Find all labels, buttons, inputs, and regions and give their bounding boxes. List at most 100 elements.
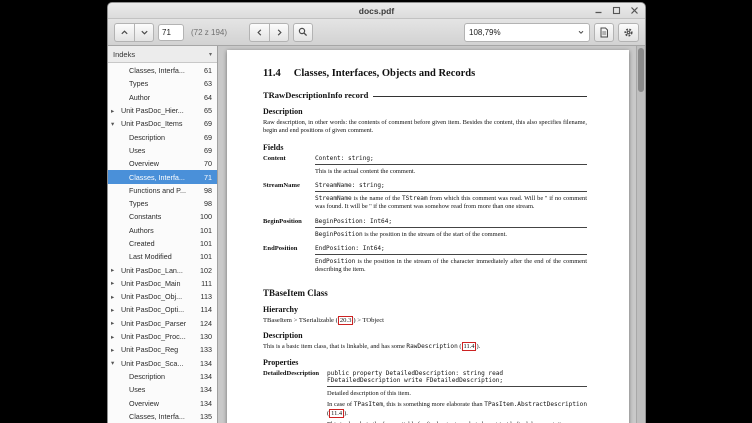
sidebar-item[interactable]: ▸ Unit PasDoc_Reg 133: [108, 343, 217, 356]
sidebar-item[interactable]: ▸ Unit PasDoc_Lan... 102: [108, 263, 217, 276]
expander-icon[interactable]: ▸: [111, 104, 119, 117]
expander-icon[interactable]: ▸: [111, 263, 119, 276]
sidebar-item[interactable]: Description 69: [108, 130, 217, 143]
expander-icon: [111, 64, 119, 77]
expander-icon: [111, 144, 119, 157]
chevron-down-icon: [577, 28, 585, 36]
previous-page-button[interactable]: [114, 23, 134, 42]
field-row: BeginPosition BeginPosition: Int64; Begi…: [263, 218, 587, 239]
expander-icon[interactable]: ▾: [111, 117, 119, 130]
sidebar-item[interactable]: Types 98: [108, 197, 217, 210]
text-run: (: [458, 343, 462, 350]
section-number: 11.4: [263, 68, 281, 79]
sidebar-item[interactable]: Authors 101: [108, 224, 217, 237]
field-desc: This is the actual content the comment.: [315, 168, 587, 176]
sidebar-item-label: Classes, Interfa...: [108, 66, 185, 75]
expander-icon: [111, 410, 119, 423]
zoom-select[interactable]: 108,79%: [464, 23, 590, 42]
sidebar-item-label: Unit PasDoc_Sca...: [108, 359, 183, 368]
horizontal-rule: [373, 96, 587, 97]
sidebar-item-page: 130: [200, 332, 217, 341]
sidebar-item[interactable]: Author 64: [108, 91, 217, 104]
sidebar-item[interactable]: Uses 69: [108, 144, 217, 157]
sidebar-item[interactable]: ▸ Unit PasDoc_Proc... 130: [108, 330, 217, 343]
properties-list: DetailedDescription public property Deta…: [263, 370, 587, 423]
expander-icon[interactable]: ▸: [111, 343, 119, 356]
text-run: This is a basic item class, that is link…: [263, 343, 406, 350]
field-code: StreamName: string;: [315, 182, 587, 192]
cross-reference-link[interactable]: 11.4: [329, 409, 344, 418]
sidebar-item-page: 101: [200, 226, 217, 235]
code-line: FDetailedDescription write FDetailedDesc…: [327, 377, 587, 384]
sidebar-item[interactable]: Uses 134: [108, 383, 217, 396]
properties-heading: Properties: [263, 358, 587, 367]
minimize-button[interactable]: [593, 5, 604, 16]
document-view[interactable]: 11.4 Classes, Interfaces, Objects and Re…: [218, 46, 645, 423]
text-run: , this is something more elaborate than: [383, 401, 484, 408]
sidebar-item-page: 111: [201, 279, 217, 288]
sidebar-item[interactable]: Types 63: [108, 77, 217, 90]
sidebar-item[interactable]: ▸ Unit PasDoc_Main 111: [108, 277, 217, 290]
search-button[interactable]: [293, 23, 313, 42]
maximize-button[interactable]: [611, 5, 622, 16]
scrollbar-thumb[interactable]: [638, 48, 644, 92]
sidebar-item[interactable]: ▸ Unit PasDoc_Hier... 65: [108, 104, 217, 117]
next-page-button[interactable]: [134, 23, 154, 42]
expander-icon[interactable]: ▸: [111, 303, 119, 316]
expander-icon: [111, 237, 119, 250]
expander-icon: [111, 250, 119, 263]
sidebar-item-page: 124: [200, 319, 217, 328]
sidebar-item[interactable]: ▸ Unit PasDoc_Opti... 114: [108, 303, 217, 316]
hierarchy-heading: Hierarchy: [263, 305, 587, 314]
expander-icon[interactable]: ▾: [111, 357, 119, 370]
sidebar-item[interactable]: ▸ Unit PasDoc_Obj... 113: [108, 290, 217, 303]
sidebar-item[interactable]: Classes, Interfa... 71: [108, 170, 217, 183]
field-code: Content: string;: [315, 155, 587, 165]
text-run: RawDescription: [406, 343, 457, 350]
sidebar-item[interactable]: Classes, Interfa... 61: [108, 64, 217, 77]
close-button[interactable]: [629, 5, 640, 16]
expander-icon: [111, 157, 119, 170]
sidebar-item[interactable]: ▾ Unit PasDoc_Items 69: [108, 117, 217, 130]
sidebar-item-label: Unit PasDoc_Hier...: [108, 106, 184, 115]
text-run: ) > TObject: [353, 317, 384, 324]
field-name: BeginPosition: [263, 218, 315, 239]
sidebar-item[interactable]: Last Modified 101: [108, 250, 217, 263]
sidebar-item[interactable]: Created 101: [108, 237, 217, 250]
titlebar[interactable]: docs.pdf: [108, 3, 645, 19]
text-run: BeginPosition: [315, 231, 363, 238]
text-run: This is the actual content the comment.: [315, 168, 415, 175]
expander-icon: [111, 91, 119, 104]
page-number-input[interactable]: [158, 24, 184, 41]
sidebar-item-page: 134: [200, 359, 217, 368]
sidebar-item[interactable]: Overview 70: [108, 157, 217, 170]
vertical-scrollbar[interactable]: [636, 46, 645, 423]
text-run: TStream: [402, 195, 428, 202]
hierarchy-line: TBaseItem > TSerializable (20.3) > TObje…: [263, 317, 587, 324]
sidebar-item[interactable]: Classes, Interfa... 135: [108, 410, 217, 423]
sidebar-item[interactable]: Constants 100: [108, 210, 217, 223]
sidebar-item[interactable]: Functions and P... 98: [108, 184, 217, 197]
expander-icon[interactable]: ▸: [111, 277, 119, 290]
cross-reference-link[interactable]: 11.4: [462, 342, 477, 351]
gear-icon: [623, 27, 634, 38]
sidebar-mode-select[interactable]: Indeks ▾: [108, 46, 217, 63]
sidebar-item[interactable]: ▾ Unit PasDoc_Sca... 134: [108, 357, 217, 370]
sidebar-item[interactable]: Description 134: [108, 370, 217, 383]
expander-icon[interactable]: ▸: [111, 317, 119, 330]
sidebar-item-page: 135: [200, 412, 217, 421]
sidebar-item-label: Classes, Interfa...: [108, 173, 185, 182]
history-nav-group: [249, 23, 289, 42]
settings-button[interactable]: [618, 23, 639, 42]
sidebar-item[interactable]: Overview 134: [108, 396, 217, 409]
annotations-button[interactable]: [594, 23, 614, 42]
expander-icon[interactable]: ▸: [111, 290, 119, 303]
window-controls: [593, 3, 640, 18]
sidebar-item[interactable]: ▸ Unit PasDoc_Parser 124: [108, 317, 217, 330]
history-forward-button[interactable]: [269, 23, 289, 42]
expander-icon[interactable]: ▸: [111, 330, 119, 343]
history-back-button[interactable]: [249, 23, 269, 42]
fields-heading: Fields: [263, 143, 587, 152]
cross-reference-link[interactable]: 20.3: [338, 316, 354, 325]
expander-icon: [111, 130, 119, 143]
